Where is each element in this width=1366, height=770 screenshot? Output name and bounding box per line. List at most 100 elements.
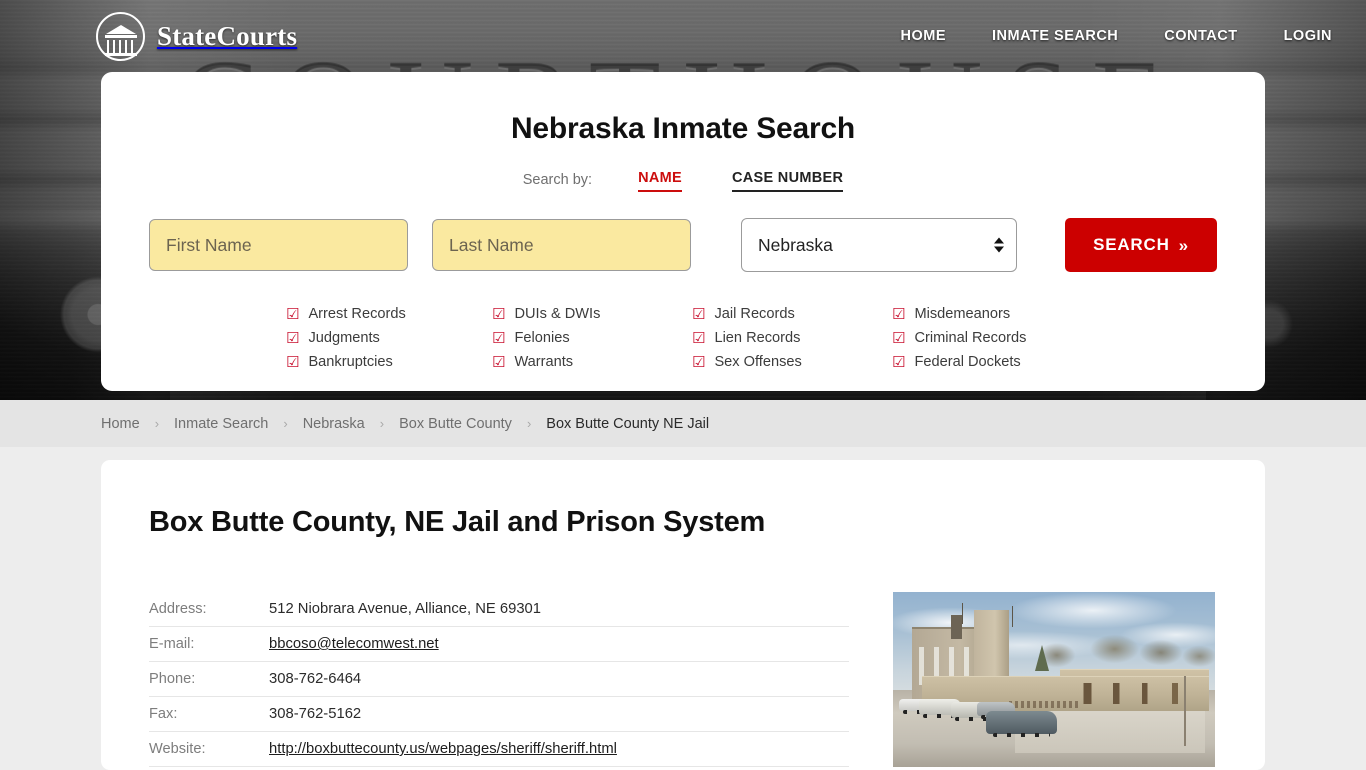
first-name-input[interactable] [149,219,408,271]
check-label: Bankruptcies [308,354,393,370]
checkbox-checked-icon: ☑ [692,328,706,347]
check-label: Jail Records [714,306,795,322]
photo-car [986,711,1058,737]
check-label: Felonies [514,330,570,346]
nav-item-inmate-search[interactable]: INMATE SEARCH [992,28,1118,44]
checkbox-checked-icon: ☑ [892,328,906,347]
checkbox-checked-icon: ☑ [892,352,906,371]
record-type-checklist: ☑ Arrest Records ☑ DUIs & DWIs ☑ Jail Recor… [149,302,1217,374]
search-by-tabs: Search by: NAME CASE NUMBER [149,170,1217,192]
chevron-right-icon: › [379,416,385,431]
check-item-jail-records[interactable]: ☑ Jail Records [692,302,892,326]
table-row: Website: http://boxbuttecounty.us/webpag… [149,732,849,767]
courthouse-logo-icon [96,11,145,61]
row-value-fax: 308-762-5162 [269,706,362,722]
row-value-website: http://boxbuttecounty.us/webpages/sherif… [269,741,617,757]
main-navigation: HOME INMATE SEARCH CONTACT LOGIN [901,28,1333,44]
checkbox-checked-icon: ☑ [492,352,506,371]
check-label: Judgments [308,330,380,346]
inmate-search-panel: Nebraska Inmate Search Search by: NAME C… [101,72,1265,391]
check-item-sex-offenses[interactable]: ☑ Sex Offenses [692,350,892,374]
check-item-arrest-records[interactable]: ☑ Arrest Records [286,302,492,326]
breadcrumb-item-nebraska[interactable]: Nebraska [303,416,365,432]
email-link[interactable]: bbcoso@telecomwest.net [269,636,439,652]
checkbox-checked-icon: ☑ [892,304,906,323]
facility-detail-body: Address: 512 Niobrara Avenue, Alliance, … [149,592,1217,767]
search-button-label: SEARCH [1093,235,1170,254]
row-value-phone: 308-762-6464 [269,671,362,687]
nav-item-home[interactable]: HOME [901,28,947,44]
table-row: Phone: 308-762-6464 [149,662,849,697]
check-label: Sex Offenses [714,354,802,370]
checkbox-checked-icon: ☑ [692,304,706,323]
table-row: E-mail: bbcoso@telecomwest.net [149,627,849,662]
check-item-bankruptcies[interactable]: ☑ Bankruptcies [286,350,492,374]
facility-info-table: Address: 512 Niobrara Avenue, Alliance, … [149,592,849,767]
photo-antenna [962,602,964,624]
breadcrumb-item-box-butte-county[interactable]: Box Butte County [399,416,512,432]
website-link[interactable]: http://boxbuttecounty.us/webpages/sherif… [269,741,617,757]
search-by-label: Search by: [522,172,593,188]
breadcrumb: Home › Inmate Search › Nebraska › Box Bu… [0,400,1366,447]
photo-conifer-tree [1034,644,1049,671]
photo-doors [1076,683,1190,704]
table-row: Fax: 308-762-5162 [149,697,849,732]
check-label: Warrants [514,354,574,370]
breadcrumb-item-current: Box Butte County NE Jail [546,415,710,432]
chevron-right-icon: › [526,416,532,431]
check-label: Federal Dockets [914,354,1021,370]
row-label-address: Address: [149,601,207,617]
checkbox-checked-icon: ☑ [286,328,300,347]
page-title: Box Butte County, NE Jail and Prison Sys… [149,506,766,538]
check-item-criminal-records[interactable]: ☑ Criminal Records [892,326,1217,350]
check-label: Arrest Records [308,306,406,322]
row-label-fax: Fax: [149,706,178,722]
last-name-input[interactable] [432,219,691,271]
state-select-wrapper: Nebraska [741,218,1017,272]
check-item-lien-records[interactable]: ☑ Lien Records [692,326,892,350]
checkbox-checked-icon: ☑ [286,304,300,323]
double-chevron-right-icon: » [1178,235,1189,255]
checkbox-checked-icon: ☑ [492,304,506,323]
search-button[interactable]: SEARCH » [1065,218,1217,272]
check-item-judgments[interactable]: ☑ Judgments [286,326,492,350]
brand-logo-link[interactable]: StateCourts [96,11,298,61]
check-item-misdemeanors[interactable]: ☑ Misdemeanors [892,302,1217,326]
row-value-email: bbcoso@telecomwest.net [269,636,439,652]
table-row: Address: 512 Niobrara Avenue, Alliance, … [149,592,849,627]
checkbox-checked-icon: ☑ [692,352,706,371]
facility-photo [893,592,1215,767]
nav-item-login[interactable]: LOGIN [1284,28,1332,44]
photo-building-sign [1008,700,1080,708]
check-label: DUIs & DWIs [514,306,601,322]
tab-search-by-case-number[interactable]: CASE NUMBER [731,170,844,192]
row-label-phone: Phone: [149,671,196,687]
search-fields-row: Nebraska SEARCH » [149,218,1217,272]
chevron-right-icon: › [154,416,160,431]
check-item-federal-dockets[interactable]: ☑ Federal Dockets [892,350,1217,374]
check-item-warrants[interactable]: ☑ Warrants [492,350,692,374]
check-label: Misdemeanors [914,306,1011,322]
check-label: Criminal Records [914,330,1027,346]
chevron-right-icon: › [283,416,288,431]
check-item-duis-dwis[interactable]: ☑ DUIs & DWIs [492,302,692,326]
photo-chimney [950,614,963,640]
search-panel-title: Nebraska Inmate Search [510,112,856,145]
facility-detail-panel: Box Butte County, NE Jail and Prison Sys… [101,460,1265,770]
checkbox-checked-icon: ☑ [492,328,506,347]
photo-antenna [1012,606,1014,627]
brand-name: StateCourts [157,20,298,51]
row-label-email: E-mail: [149,636,195,652]
row-value-address: 512 Niobrara Avenue, Alliance, NE 69301 [269,601,542,617]
state-select[interactable]: Nebraska [741,218,1017,272]
check-item-felonies[interactable]: ☑ Felonies [492,326,692,350]
tab-search-by-name[interactable]: NAME [638,170,682,192]
row-label-website: Website: [149,741,206,757]
site-header: StateCourts HOME INMATE SEARCH CONTACT L… [0,0,1366,72]
photo-light-pole [1184,676,1187,746]
check-label: Lien Records [714,330,801,346]
checkbox-checked-icon: ☑ [286,352,300,371]
nav-item-contact[interactable]: CONTACT [1164,28,1237,44]
breadcrumb-item-home[interactable]: Home [101,416,140,432]
breadcrumb-item-inmate-search[interactable]: Inmate Search [174,416,268,432]
